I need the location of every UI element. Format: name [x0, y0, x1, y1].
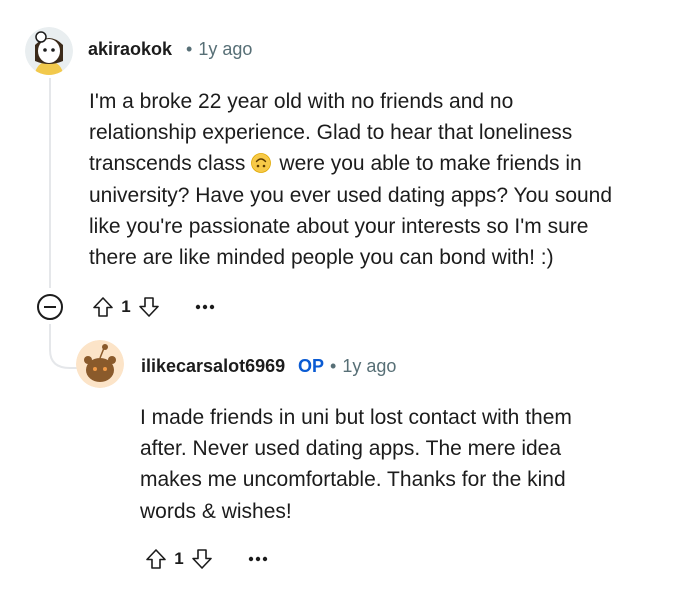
more-options-button[interactable] [243, 546, 273, 572]
comment-username[interactable]: akiraokok [88, 39, 172, 60]
reply-line: makes me uncomfortable. Thanks for the k… [140, 468, 566, 492]
meta-separator: • [330, 356, 337, 376]
meta-separator: • [186, 39, 193, 59]
reply-avatar[interactable] [76, 340, 124, 388]
ellipsis-icon [195, 304, 215, 310]
reply-line: I made friends in uni but lost contact w… [140, 406, 572, 429]
reply-timestamp[interactable]: 1y ago [342, 356, 396, 376]
comment-line: I'm a broke 22 year old with no friends … [89, 90, 514, 113]
user-avatar-icon [25, 27, 73, 75]
collapse-thread-button[interactable] [37, 294, 63, 320]
upside-down-face-emoji-icon [251, 153, 272, 174]
downvote-arrow-icon [192, 549, 212, 569]
reply-actions: 1 [143, 542, 273, 576]
upvote-button[interactable] [143, 546, 169, 572]
comment-line: transcends class were you able to make f… [89, 148, 612, 179]
snoo-avatar-icon [76, 340, 124, 388]
comment-timestamp[interactable]: 1y ago [198, 39, 252, 59]
comment-meta: • 1y ago [180, 39, 252, 60]
reply-line: words & wishes! [140, 499, 292, 523]
comment-line-text: were you able to make friends in [279, 152, 582, 176]
reply-line: after. Never used dating apps. The mere … [140, 437, 562, 461]
thread-line-main [49, 78, 51, 288]
reply-meta: OP • 1y ago [298, 356, 396, 377]
downvote-arrow-icon [139, 297, 159, 317]
comment-line: there are like minded people you can bon… [89, 246, 554, 270]
op-badge: OP [298, 356, 325, 376]
comment-line: university? Have you ever used dating ap… [89, 183, 613, 207]
avatar[interactable] [25, 27, 73, 75]
upvote-arrow-icon [146, 549, 166, 569]
upvote-button[interactable] [90, 294, 116, 320]
minus-icon [44, 306, 56, 308]
comment-actions: 1 [90, 290, 220, 324]
vote-score: 1 [174, 549, 184, 568]
ellipsis-icon [248, 556, 268, 562]
reply-username[interactable]: ilikecarsalot6969 [141, 356, 285, 377]
comment-body: I'm a broke 22 year old with no friends … [89, 86, 612, 273]
more-options-button[interactable] [190, 294, 220, 320]
downvote-button[interactable] [189, 546, 215, 572]
vote-score: 1 [121, 297, 131, 316]
upvote-arrow-icon [93, 297, 113, 317]
comment-line: like you're passionate about your intere… [89, 214, 589, 238]
downvote-button[interactable] [136, 294, 162, 320]
comment-line-text: transcends class [89, 152, 246, 176]
comment-line: relationship experience. Glad to hear th… [89, 121, 573, 145]
reply-body: I made friends in uni but lost contact w… [140, 402, 572, 527]
